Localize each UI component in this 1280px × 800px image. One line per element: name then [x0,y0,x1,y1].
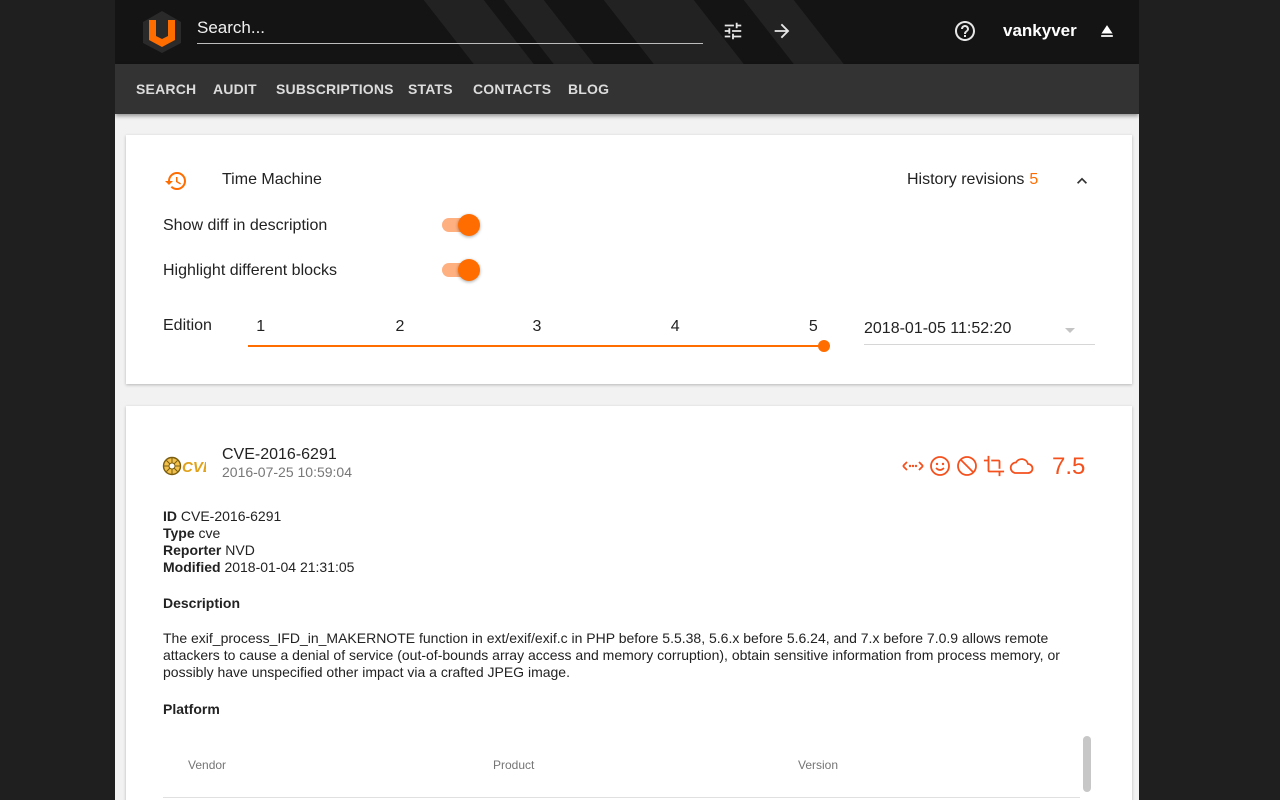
svg-text:CVE: CVE [182,459,206,476]
toggle-thumb [458,214,480,236]
crop-icon[interactable] [981,454,1007,478]
nav-item-blog[interactable]: BLOG [568,81,609,97]
help-button[interactable] [952,18,978,44]
column-header-vendor[interactable]: Vendor [188,758,226,772]
show-diff-toggle[interactable] [440,213,480,237]
nav-item-stats[interactable]: STATS [408,81,453,97]
search-submit-button[interactable] [769,18,795,44]
meta-modified-value: 2018-01-04 21:31:05 [224,559,355,575]
edition-tick[interactable]: 4 [671,318,680,336]
history-icon [165,172,186,190]
nav-item-contacts[interactable]: CONTACTS [473,81,551,97]
logout-button[interactable] [1094,18,1120,44]
column-header-product[interactable]: Product [493,758,534,772]
top-bar: vankyver [115,0,1139,64]
platform-table-header: Vendor Product Version [163,732,1080,798]
edition-tick[interactable]: 5 [809,318,818,336]
dropdown-caret-icon [1065,328,1075,333]
search-field [197,14,703,44]
arrow-right-icon [774,23,790,39]
block-icon[interactable] [954,454,980,478]
history-revisions-label: History revisions [907,171,1025,188]
meta-id: ID CVE-2016-6291 [163,508,282,524]
platform-heading: Platform [163,701,220,717]
nav-item-audit[interactable]: AUDIT [213,81,257,97]
platform-table-scrollbar[interactable] [1083,736,1091,792]
history-revisions-count: 5 [1029,171,1039,188]
meta-reporter-value: NVD [225,542,255,558]
show-diff-label: Show diff in description [163,217,328,234]
nav-item-subscriptions[interactable]: SUBSCRIPTIONS [276,81,394,97]
search-input[interactable] [197,14,703,42]
meta-id-value: CVE-2016-6291 [180,508,282,524]
chevron-up-icon[interactable] [1072,171,1092,191]
edition-tick[interactable]: 2 [396,318,405,336]
description-text: The exif_process_IFD_in_MAKERNOTE functi… [163,630,1060,680]
cve-title: CVE-2016-6291 [222,446,337,463]
edition-tick[interactable]: 1 [256,318,265,336]
code-icon[interactable] [900,454,926,478]
app-window: vankyver SEARCH AUDIT SUBSCRIPTIONS STAT… [115,0,1139,800]
highlight-blocks-label: Highlight different blocks [163,262,338,279]
tune-icon [724,22,742,40]
cve-card: CVE CVE-2016-6291 2016-07-25 10:59:04 7.… [126,406,1132,800]
smile-icon[interactable] [927,454,953,478]
nav-item-search[interactable]: SEARCH [136,81,196,97]
eject-icon [1101,25,1113,37]
meta-type-value: cve [198,525,221,541]
edition-slider[interactable]: 1 2 3 4 5 [248,318,830,352]
toggle-thumb [458,259,480,281]
history-revisions: History revisions 5 [907,171,1038,189]
cvss-vector-flags [900,454,1034,478]
highlight-blocks-toggle[interactable] [440,258,480,282]
filter-settings-button[interactable] [720,18,746,44]
revision-date-select[interactable]: 2018-01-05 11:52:20 [864,317,1095,345]
edition-label: Edition [163,317,212,334]
edition-tick[interactable]: 3 [533,318,542,336]
meta-type: Type cve [163,525,221,541]
time-machine-title: Time Machine [222,171,322,188]
time-machine-card: Time Machine History revisions 5 Show dif… [126,135,1132,384]
description-heading: Description [163,595,241,611]
cvss-score: 7.5 [1052,453,1086,480]
cve-published-date: 2016-07-25 10:59:04 [222,464,352,480]
meta-modified: Modified 2018-01-04 21:31:05 [163,559,355,575]
cloud-icon[interactable] [1008,454,1034,478]
cve-metadata: ID CVE-2016-6291 Type cve Reporter NVD M… [163,508,354,576]
slider-rail [248,345,826,347]
vulners-logo-icon[interactable] [141,10,183,54]
revision-date-value: 2018-01-05 11:52:20 [864,320,1012,337]
help-circle-icon [955,21,975,41]
column-header-version[interactable]: Version [798,758,838,772]
username[interactable]: vankyver [1003,21,1077,41]
meta-reporter: Reporter NVD [163,542,255,558]
main-navigation: SEARCH AUDIT SUBSCRIPTIONS STATS CONTACT… [115,64,1139,114]
slider-thumb[interactable] [817,340,830,352]
cve-logo-icon: CVE [162,456,206,476]
